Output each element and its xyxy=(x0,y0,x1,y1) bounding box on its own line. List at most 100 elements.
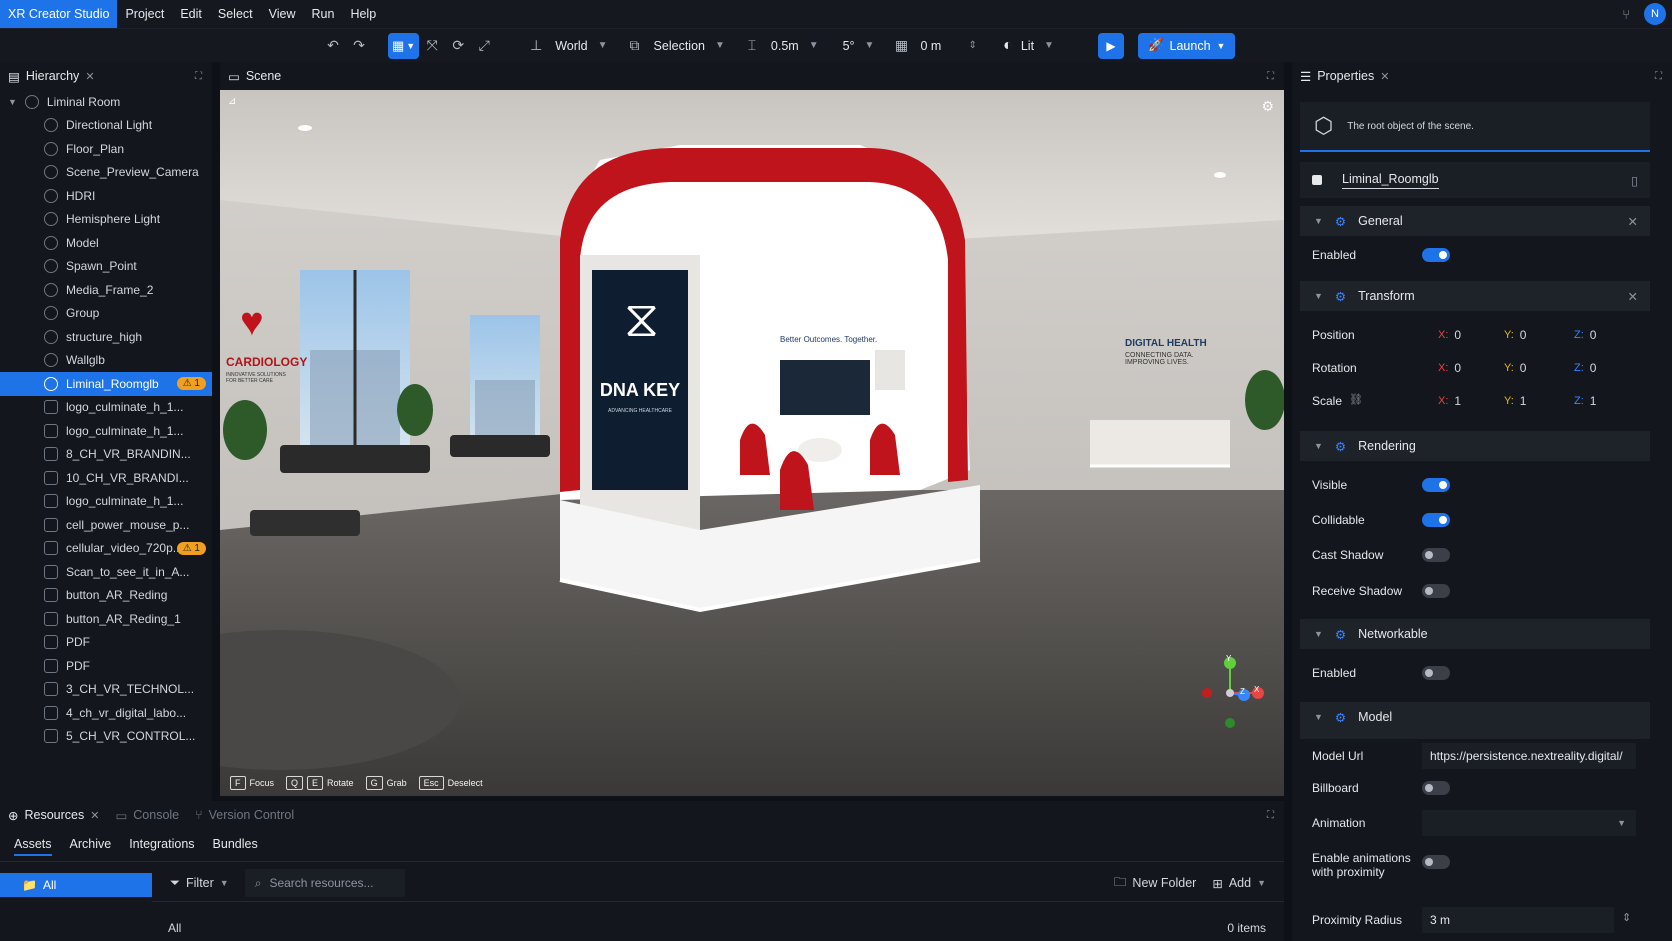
hierarchy-item[interactable]: Scene_Preview_Camera xyxy=(0,161,212,185)
rotate-icon[interactable]: ⟳ xyxy=(445,33,471,59)
remove-component-icon[interactable]: ✕ xyxy=(1628,289,1638,304)
tab-resources[interactable]: ⊕ Resources ✕ xyxy=(0,801,107,829)
hierarchy-item[interactable]: Liminal_Roomglb ⚠ 1 xyxy=(0,372,212,396)
hierarchy-item[interactable]: PDF xyxy=(0,654,212,678)
copy-icon[interactable]: ▯ xyxy=(1631,173,1638,188)
breadcrumb[interactable]: All xyxy=(168,921,181,935)
hierarchy-item[interactable]: logo_culminate_h_1... xyxy=(0,396,212,420)
position-z-field[interactable]: Z: 0 xyxy=(1574,328,1596,342)
undo-icon[interactable]: ↶ xyxy=(320,33,346,59)
section-networkable[interactable] xyxy=(1300,709,1650,739)
maximize-icon[interactable]: ⛶ xyxy=(195,71,202,82)
redo-icon[interactable]: ↷ xyxy=(346,33,372,59)
hierarchy-item[interactable]: 8_CH_VR_BRANDIN... xyxy=(0,443,212,467)
avatar[interactable]: N xyxy=(1644,3,1666,25)
hierarchy-item[interactable]: Directional Light xyxy=(0,114,212,138)
close-icon[interactable]: ✕ xyxy=(90,809,99,822)
menu-view[interactable]: View xyxy=(261,7,304,21)
chevron-down-icon[interactable]: ▼ xyxy=(8,97,17,107)
grid-height-input[interactable]: 0 m xyxy=(914,39,964,53)
subtab-bundles[interactable]: Bundles xyxy=(213,837,258,856)
scale-icon[interactable]: ⤢ xyxy=(471,33,497,59)
object-name-input[interactable]: Liminal_Roomglb xyxy=(1342,172,1439,189)
general-enabled-toggle[interactable] xyxy=(1422,248,1450,262)
stepper-icon[interactable]: ⇕ xyxy=(964,40,980,51)
new-folder-button[interactable]: 🗀 New Folder xyxy=(1114,873,1196,894)
viewport-corner-icon[interactable]: ⊿ xyxy=(228,96,236,107)
hierarchy-item[interactable]: button_AR_Reding xyxy=(0,584,212,608)
subtab-assets[interactable]: Assets xyxy=(14,837,52,856)
scale-y-field[interactable]: Y: 1 xyxy=(1504,394,1526,408)
hierarchy-root[interactable]: ▼ Liminal Room xyxy=(0,90,212,114)
hierarchy-item[interactable]: button_AR_Reding_1 xyxy=(0,607,212,631)
hierarchy-item[interactable]: cell_power_mouse_p... xyxy=(0,513,212,537)
tab-hierarchy[interactable]: ▤ Hierarchy ✕ xyxy=(0,62,103,90)
play-button[interactable]: ▶ xyxy=(1097,32,1124,59)
snap-mode-select[interactable]: Selection xyxy=(648,39,711,53)
hierarchy-item[interactable]: Group xyxy=(0,302,212,326)
pivot-icon[interactable]: ⊥ xyxy=(523,33,549,59)
chevron-down-icon[interactable]: ▼ xyxy=(594,40,612,51)
hierarchy-item[interactable]: Floor_Plan xyxy=(0,137,212,161)
position-y-field[interactable]: Y: 0 xyxy=(1504,328,1526,342)
section-rendering[interactable]: ▼ ⚙ Rendering xyxy=(1300,431,1650,461)
menu-project[interactable]: Project xyxy=(117,7,172,21)
cast-shadow-toggle[interactable] xyxy=(1422,548,1450,562)
tab-properties[interactable]: ☰ Properties ✕ xyxy=(1292,62,1397,90)
hierarchy-item[interactable]: Wallglb xyxy=(0,349,212,373)
close-icon[interactable]: ✕ xyxy=(85,70,94,83)
chevron-down-icon[interactable]: ▼ xyxy=(1040,40,1058,51)
space-select[interactable]: World xyxy=(549,39,593,53)
hierarchy-item[interactable]: logo_culminate_h_1... xyxy=(0,419,212,443)
warning-badge[interactable]: ⚠ 1 xyxy=(176,541,206,555)
viewport-settings-icon[interactable]: ⚙ xyxy=(1261,98,1274,115)
scale-x-field[interactable]: X: 1 xyxy=(1438,394,1461,408)
chevron-down-icon[interactable]: ▼ xyxy=(861,40,879,51)
close-icon[interactable]: ✕ xyxy=(1380,70,1389,83)
hierarchy-item[interactable]: Spawn_Point xyxy=(0,255,212,279)
hierarchy-item[interactable]: structure_high xyxy=(0,325,212,349)
folder-tree-all[interactable]: 📁 All xyxy=(0,873,152,897)
rotation-x-field[interactable]: X: 0 xyxy=(1438,361,1461,375)
menu-edit[interactable]: Edit xyxy=(172,7,210,21)
rotation-y-field[interactable]: Y: 0 xyxy=(1504,361,1526,375)
hierarchy-item[interactable]: 4_ch_vr_digital_labo... xyxy=(0,701,212,725)
chevron-down-icon[interactable]: ▼ xyxy=(805,40,823,51)
hierarchy-item[interactable]: cellular_video_720p... ⚠ 1 xyxy=(0,537,212,561)
hierarchy-item[interactable]: Model xyxy=(0,231,212,255)
scene-viewport[interactable]: DNA KEY ADVANCING HEALTHCARE ⧖ CARDIOLOG… xyxy=(220,90,1284,796)
menu-help[interactable]: Help xyxy=(342,7,384,21)
position-x-field[interactable]: X: 0 xyxy=(1438,328,1461,342)
tab-version-control[interactable]: ⑂ Version Control xyxy=(187,801,302,829)
hierarchy-item[interactable]: Hemisphere Light xyxy=(0,208,212,232)
remove-component-icon[interactable]: ✕ xyxy=(1628,214,1638,229)
hierarchy-item[interactable]: PDF xyxy=(0,631,212,655)
hierarchy-item[interactable]: 5_CH_VR_CONTROL... xyxy=(0,725,212,749)
app-name[interactable]: XR Creator Studio xyxy=(0,0,118,28)
chevron-down-icon[interactable]: ▼ xyxy=(711,40,729,51)
filter-button[interactable]: ⏷ Filter ▼ xyxy=(170,876,229,891)
rotation-snap-select[interactable]: 5° xyxy=(837,39,861,53)
hierarchy-item[interactable]: 3_CH_VR_TECHNOL... xyxy=(0,678,212,702)
branch-icon[interactable]: ⑂ xyxy=(1622,7,1630,22)
maximize-icon[interactable]: ⛶ xyxy=(1267,810,1274,821)
subtab-integrations[interactable]: Integrations xyxy=(129,837,194,856)
maximize-icon[interactable]: ⛶ xyxy=(1267,71,1274,82)
menu-select[interactable]: Select xyxy=(210,7,261,21)
hierarchy-item[interactable]: logo_culminate_h_1... xyxy=(0,490,212,514)
hierarchy-item[interactable]: Scan_to_see_it_in_A... xyxy=(0,560,212,584)
translation-snap-select[interactable]: 0.5m xyxy=(765,39,805,53)
warning-badge[interactable]: ⚠ 1 xyxy=(176,377,206,391)
hierarchy-item[interactable]: 10_CH_VR_BRANDI... xyxy=(0,466,212,490)
launch-button[interactable]: 🚀 Launch ▼ xyxy=(1137,32,1236,59)
move-icon[interactable]: ⤧ xyxy=(419,33,445,59)
maximize-icon[interactable]: ⛶ xyxy=(1655,71,1662,82)
scale-z-field[interactable]: Z: 1 xyxy=(1574,394,1596,408)
rotation-z-field[interactable]: Z: 0 xyxy=(1574,361,1596,375)
snap-icon[interactable]: ⧉ xyxy=(622,33,648,59)
tab-console[interactable]: ▭ Console xyxy=(107,801,187,829)
hierarchy-item[interactable]: HDRI xyxy=(0,184,212,208)
add-button[interactable]: ⊞ Add ▼ xyxy=(1212,876,1266,891)
link-icon[interactable]: ⛓ xyxy=(1349,393,1363,406)
search-resources-input[interactable]: ⌕ Search resources... xyxy=(244,869,405,897)
